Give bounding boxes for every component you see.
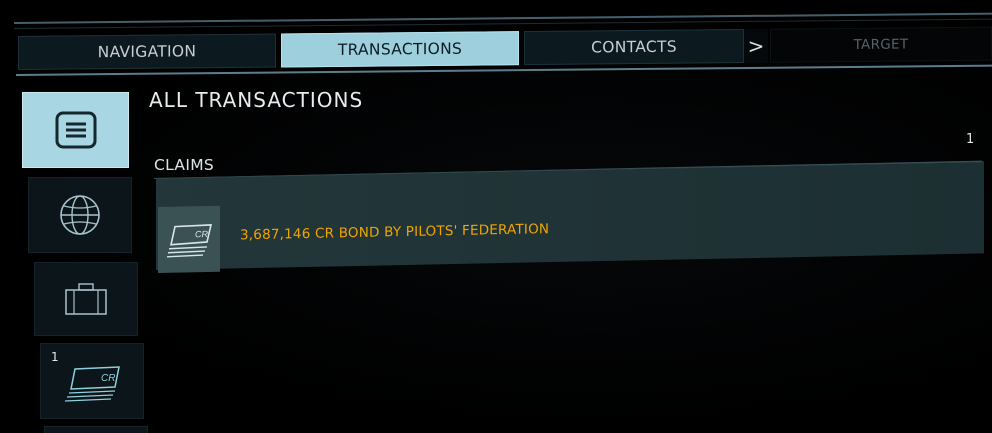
sidebar-item-claims[interactable]: 1 CR xyxy=(40,343,144,419)
tab-transactions[interactable]: TRANSACTIONS xyxy=(281,31,519,68)
svg-text:CR: CR xyxy=(195,229,208,239)
svg-text:CR: CR xyxy=(101,373,115,384)
sidebar-item-more[interactable] xyxy=(44,426,148,433)
section-title-claims: CLAIMS xyxy=(154,156,215,174)
claim-description: 3,687,146 CR BOND BY PILOTS' FEDERATION xyxy=(240,221,550,244)
tab-arrow-icon: > xyxy=(744,28,768,64)
credit-note-icon: CR xyxy=(61,359,123,403)
transaction-count: 1 xyxy=(966,132,975,147)
list-icon xyxy=(53,110,99,150)
tab-navigation[interactable]: NAVIGATION xyxy=(18,33,276,70)
claim-icon-box: CR xyxy=(158,205,220,273)
sidebar-count-badge: 1 xyxy=(51,350,59,364)
globe-icon xyxy=(57,192,103,238)
game-screen: NAVIGATION TRANSACTIONS CONTACTS > TARGE… xyxy=(0,0,992,433)
sidebar-item-briefcase[interactable] xyxy=(34,262,138,336)
briefcase-icon xyxy=(63,281,109,317)
tab-contacts[interactable]: CONTACTS xyxy=(524,29,744,66)
claim-list-item[interactable]: CR 3,687,146 CR BOND BY PILOTS' FEDERATI… xyxy=(156,161,984,273)
tab-target[interactable]: TARGET xyxy=(770,26,992,63)
sidebar-item-all-transactions[interactable] xyxy=(22,92,129,168)
credit-note-icon: CR xyxy=(163,220,215,259)
sidebar-item-globe[interactable] xyxy=(28,177,132,253)
page-title: ALL TRANSACTIONS xyxy=(149,88,364,112)
